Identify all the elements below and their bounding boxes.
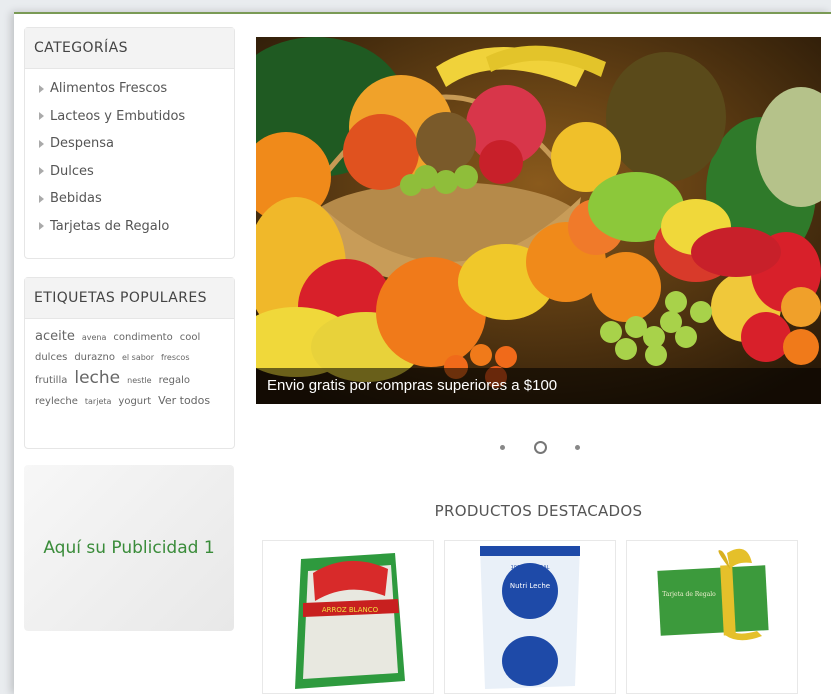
tag-leche[interactable]: leche [74,368,120,388]
categories-title: CATEGORÍAS [25,28,234,69]
tag-el-sabor[interactable]: el sabor [122,348,154,368]
ad-text: Aquí su Publicidad 1 [43,538,215,558]
category-item-alimentos-frescos[interactable]: Alimentos Frescos [39,75,234,103]
ad-banner[interactable]: Aquí su Publicidad 1 [24,465,234,631]
slider-dot-3[interactable] [575,444,580,450]
tag-regalo[interactable]: regalo [159,371,190,391]
categories-panel: CATEGORÍAS Alimentos Frescos Lacteos y E… [24,27,235,259]
caret-right-icon [39,167,44,176]
tag-reyleche[interactable]: reyleche [35,392,78,412]
view-all-tags-link[interactable]: Ver todos [158,391,210,411]
tag-yogurt[interactable]: yogurt [118,392,151,412]
product-card-tarjeta[interactable]: Tarjeta de Regalo [626,540,798,694]
category-item-lacteos[interactable]: Lacteos y Embutidos [39,103,234,131]
tags-title: ETIQUETAS POPULARES [25,278,234,319]
slider-pagination [500,438,580,456]
tag-nestle[interactable]: nestle [127,371,151,391]
category-item-dulces[interactable]: Dulces [39,158,234,186]
categories-list: Alimentos Frescos Lacteos y Embutidos De… [25,75,234,240]
product-card-leche[interactable]: Nutri Leche 100% NATURAL [444,540,616,694]
category-item-bebidas[interactable]: Bebidas [39,185,234,213]
tag-frescos[interactable]: frescos [161,348,189,368]
caret-right-icon [39,84,44,93]
svg-text:ARROZ BLANCO: ARROZ BLANCO [322,606,379,614]
product-card-arroz[interactable]: ARROZ BLANCO [262,540,434,694]
tag-cloud: aceite avena condimento cool dulces durazno el… [25,319,234,412]
caret-right-icon [39,194,44,203]
tag-frutilla[interactable]: frutilla [35,371,67,391]
svg-text:Nutri Leche: Nutri Leche [510,582,550,590]
tag-dulces[interactable]: dulces [35,348,67,368]
popular-tags-panel: ETIQUETAS POPULARES aceite avena condiment… [24,277,235,449]
category-item-despensa[interactable]: Despensa [39,130,234,158]
slider-caption: Envio gratis por compras superiores a $1… [256,368,821,404]
svg-text:100% NATURAL: 100% NATURAL [511,565,550,571]
svg-text:Tarjeta de Regalo: Tarjeta de Regalo [662,591,716,598]
tag-aceite[interactable]: aceite [35,327,75,347]
tag-avena[interactable]: avena [82,328,107,348]
slider-dot-1[interactable] [500,444,505,450]
rice-bag-image: ARROZ BLANCO [295,553,405,689]
tag-tarjeta[interactable]: tarjeta [85,392,112,412]
category-item-tarjetas[interactable]: Tarjetas de Regalo [39,213,234,241]
caret-right-icon [39,222,44,231]
tag-cool[interactable]: cool [180,328,201,348]
tag-condimento[interactable]: condimento [113,328,172,348]
caret-right-icon [39,112,44,121]
fruit-basket-image [256,37,821,404]
milk-bag-image: Nutri Leche 100% NATURAL [480,546,580,689]
tag-durazno[interactable]: durazno [74,348,115,368]
slider-dot-2-active[interactable] [533,440,547,454]
caret-right-icon [39,139,44,148]
hero-slider[interactable]: Envio gratis por compras superiores a $1… [256,37,821,404]
featured-products-title: PRODUCTOS DESTACADOS [434,502,643,520]
gift-card-image: Tarjeta de Regalo [657,548,769,641]
